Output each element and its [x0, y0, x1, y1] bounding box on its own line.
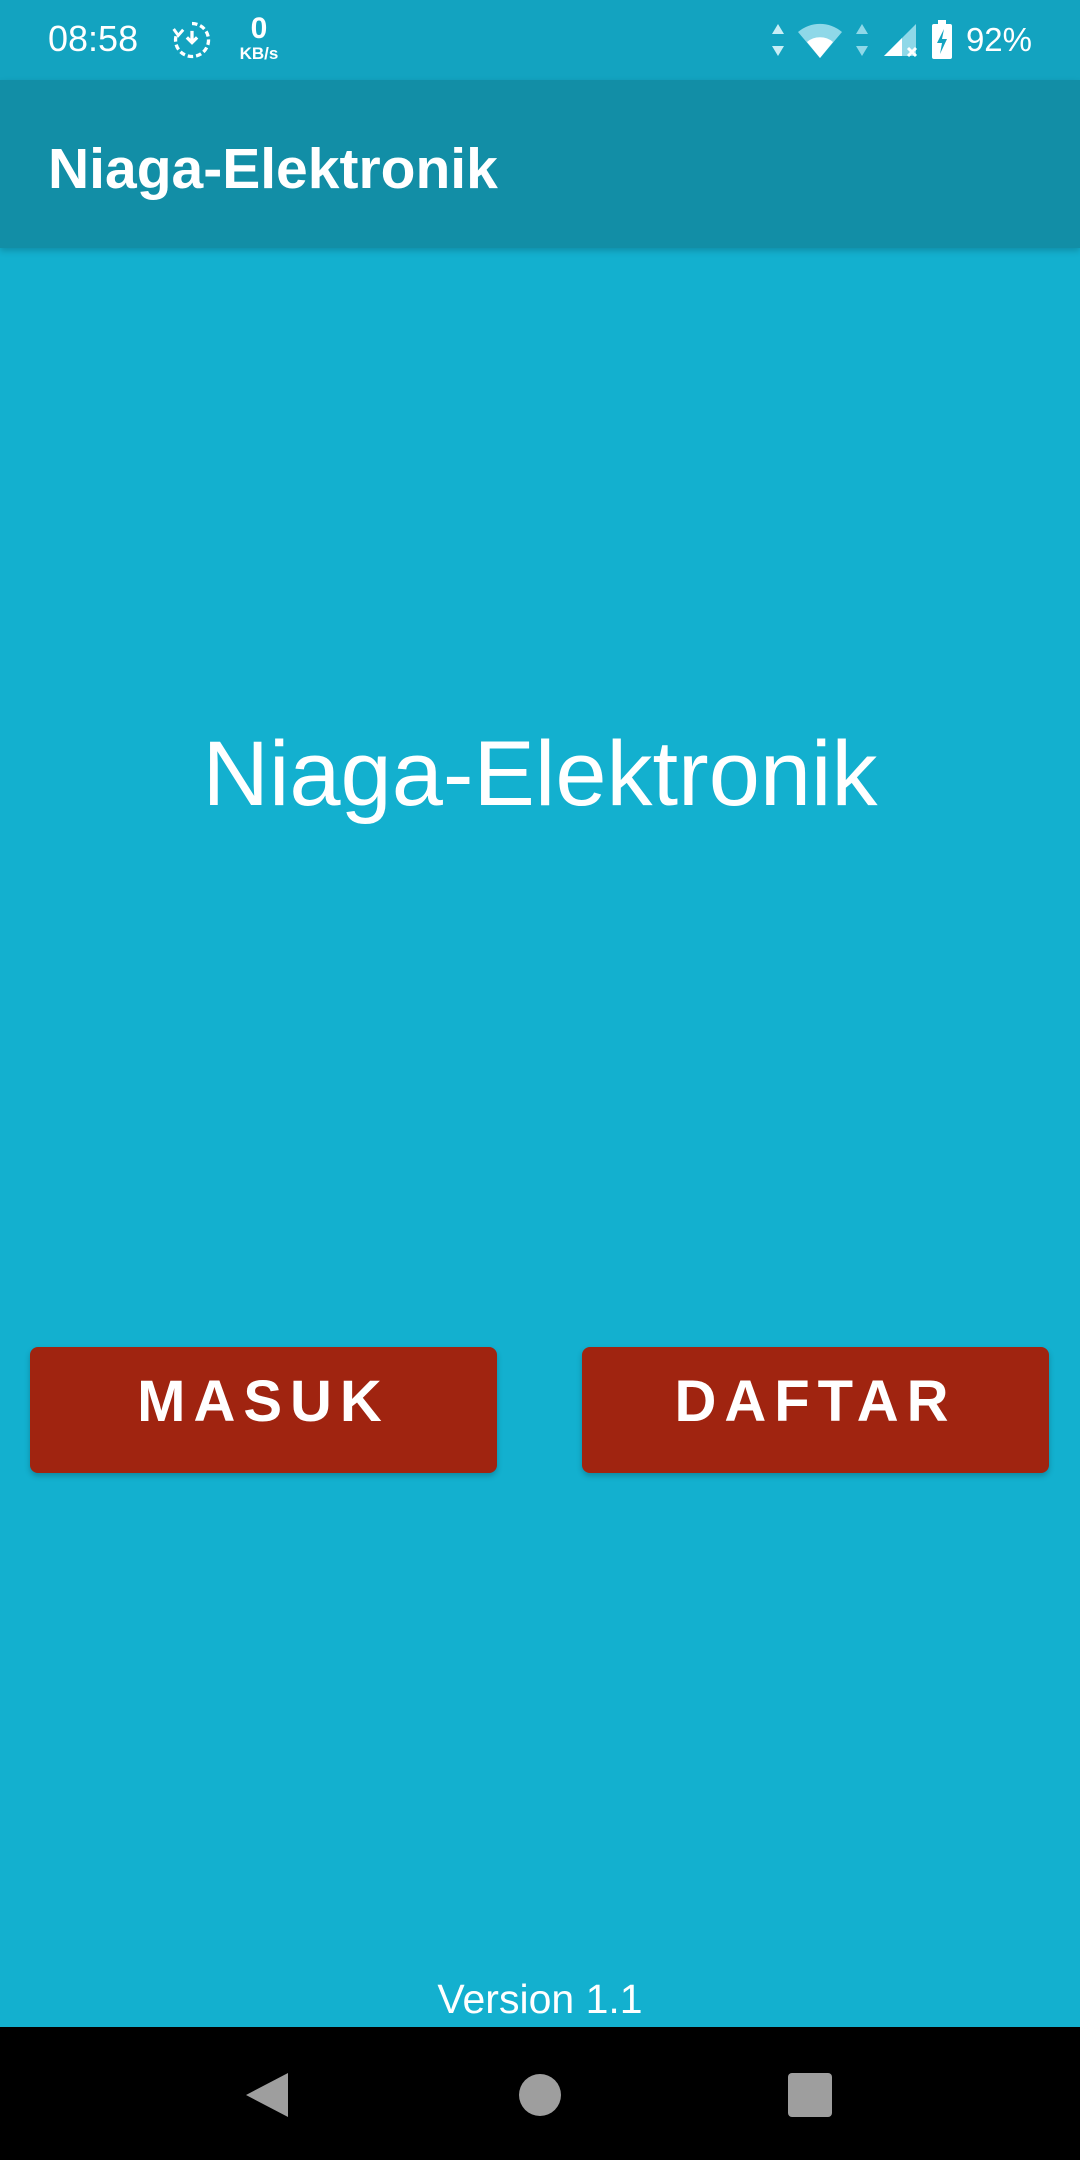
network-speed-unit: KB/s: [239, 44, 279, 63]
wifi-data-arrows-icon: [855, 24, 868, 56]
version-label: Version 1.1: [437, 1976, 643, 2022]
login-button[interactable]: MASUK: [30, 1347, 497, 1473]
register-button[interactable]: DAFTAR: [582, 1347, 1049, 1473]
sync-icon: [172, 21, 211, 59]
app-bar-title: Niaga-Elektronik: [48, 137, 498, 201]
home-icon[interactable]: [516, 2071, 564, 2119]
data-arrows-icon: [771, 24, 784, 56]
hero-title: Niaga-Elektronik: [202, 723, 878, 825]
battery-charging-icon: [931, 20, 952, 59]
status-time: 08:58: [48, 18, 139, 59]
app-bar: Niaga-Elektronik: [0, 80, 1080, 248]
status-icons: 92%: [760, 18, 1032, 62]
back-icon[interactable]: [244, 2071, 292, 2119]
recents-icon[interactable]: [786, 2071, 834, 2119]
network-speed-value: 0: [250, 12, 268, 45]
status-bar: 08:58 0 KB/s 92%: [0, 0, 1080, 80]
screen: 08:58 0 KB/s 92% Niaga-Elektronik Niaga-…: [0, 0, 1080, 2160]
cellular-signal-icon: [883, 24, 917, 58]
wifi-icon: [797, 23, 842, 58]
navigation-bar: [0, 2027, 1080, 2160]
network-speed: 0 KB/s: [234, 14, 284, 64]
battery-percent: 92%: [965, 21, 1032, 58]
